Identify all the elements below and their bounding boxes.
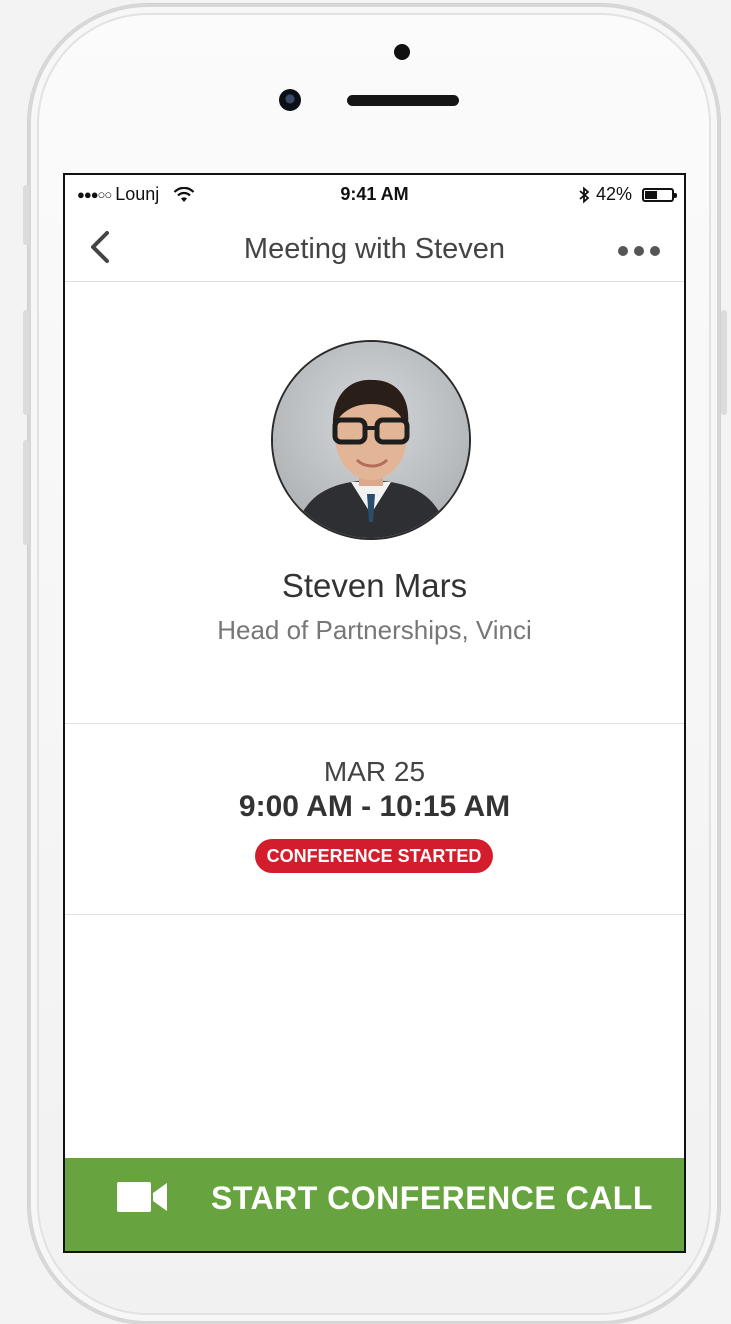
- more-options-button[interactable]: [618, 246, 660, 256]
- meeting-time-range: 9:00 AM - 10:15 AM: [238, 790, 511, 823]
- video-camera-icon: [117, 1182, 167, 1212]
- section-divider: [65, 914, 684, 915]
- more-horizontal-icon: [650, 246, 660, 256]
- proximity-sensor: [394, 44, 410, 60]
- status-badge: CONFERENCE STARTED: [255, 839, 493, 873]
- status-bar: ●●●○○ Lounj 9:41 AM 42%: [65, 175, 684, 213]
- battery-icon: [642, 187, 677, 202]
- mute-switch: [23, 185, 29, 245]
- section-divider: [65, 723, 684, 724]
- avatar: [273, 342, 469, 538]
- power-button: [721, 310, 727, 415]
- start-conference-call-button[interactable]: START CONFERENCE CALL: [65, 1158, 684, 1251]
- contact-name: Steven Mars: [281, 567, 468, 604]
- volume-down-button: [23, 440, 29, 545]
- contact-photo: [273, 342, 469, 538]
- meeting-date: MAR 25: [323, 756, 426, 787]
- more-horizontal-icon: [618, 246, 628, 256]
- battery-percent: 42%: [595, 184, 632, 204]
- navigation-bar: Meeting with Steven: [65, 213, 684, 282]
- earpiece-speaker: [347, 95, 459, 106]
- more-horizontal-icon: [634, 246, 644, 256]
- bluetooth-icon: [579, 186, 590, 203]
- page-title: Meeting with Steven: [243, 233, 506, 265]
- start-conference-call-label: START CONFERENCE CALL: [211, 1180, 653, 1216]
- app-screen: ●●●○○ Lounj 9:41 AM 42% Meeting with Ste…: [65, 175, 684, 1251]
- status-right: 42%: [578, 184, 677, 205]
- contact-role: Head of Partnerships, Vinci: [217, 615, 532, 645]
- front-camera: [279, 89, 301, 111]
- volume-up-button: [23, 310, 29, 415]
